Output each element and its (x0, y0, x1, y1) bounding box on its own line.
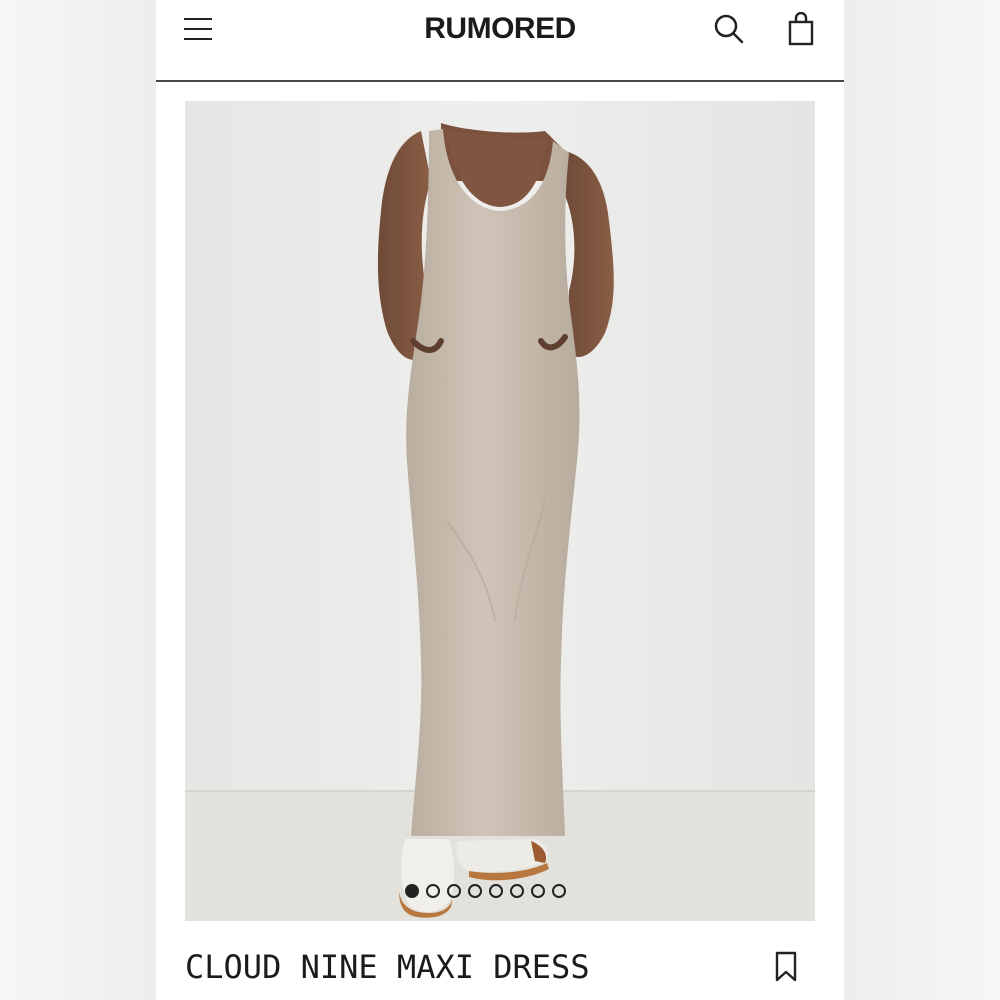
carousel-dot[interactable] (552, 884, 566, 898)
hamburger-menu-icon[interactable] (182, 14, 216, 44)
carousel-dot[interactable] (447, 884, 461, 898)
carousel-dot[interactable] (531, 884, 545, 898)
brand-logo[interactable]: RUMORED (356, 12, 644, 46)
carousel-dot[interactable] (489, 884, 503, 898)
left-backdrop (0, 0, 156, 1000)
carousel-dot[interactable] (426, 884, 440, 898)
carousel-dot[interactable] (405, 884, 419, 898)
carousel-dot[interactable] (510, 884, 524, 898)
right-backdrop (844, 0, 1000, 1000)
dress-photo (185, 101, 815, 921)
search-icon[interactable] (712, 12, 746, 46)
image-carousel-dots (185, 884, 815, 904)
product-image[interactable] (185, 101, 815, 921)
site-header: RUMORED (156, 0, 844, 82)
product-title: CLOUD NINE MAXI DRESS (185, 948, 590, 986)
product-page: RUMORED CLOUD NINE MAXI DRESS (156, 0, 844, 1000)
carousel-dot[interactable] (468, 884, 482, 898)
shopping-bag-icon[interactable] (786, 11, 818, 48)
bookmark-icon[interactable] (772, 950, 800, 984)
